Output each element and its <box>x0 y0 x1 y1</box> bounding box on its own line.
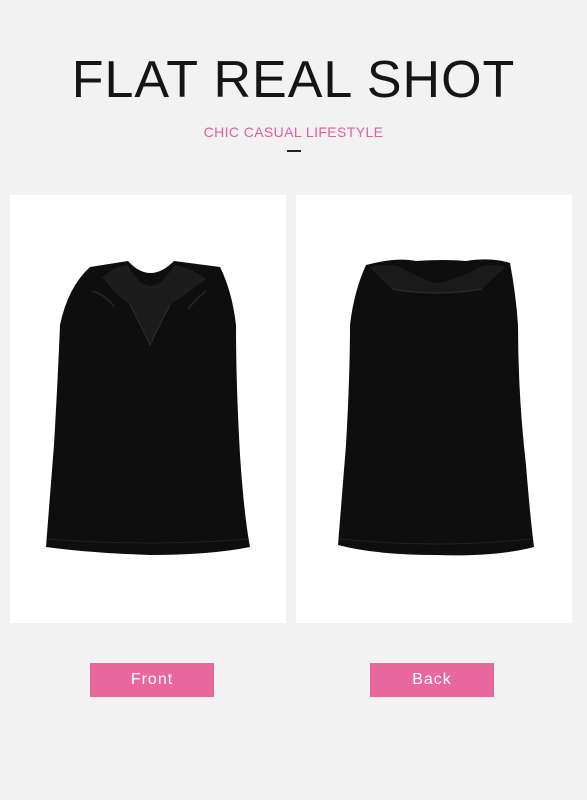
front-photo <box>10 195 286 623</box>
front-garment-image <box>46 261 250 555</box>
back-garment-body <box>338 259 534 556</box>
page-title: FLAT REAL SHOT <box>71 51 516 109</box>
subtitle-divider <box>287 150 301 152</box>
back-photo <box>296 195 572 623</box>
back-garment-image <box>338 259 534 556</box>
page-subtitle: CHIC CASUAL LIFESTYLE <box>203 124 384 140</box>
back-label-button[interactable]: Back <box>370 663 494 697</box>
front-label-button[interactable]: Front <box>90 663 214 697</box>
